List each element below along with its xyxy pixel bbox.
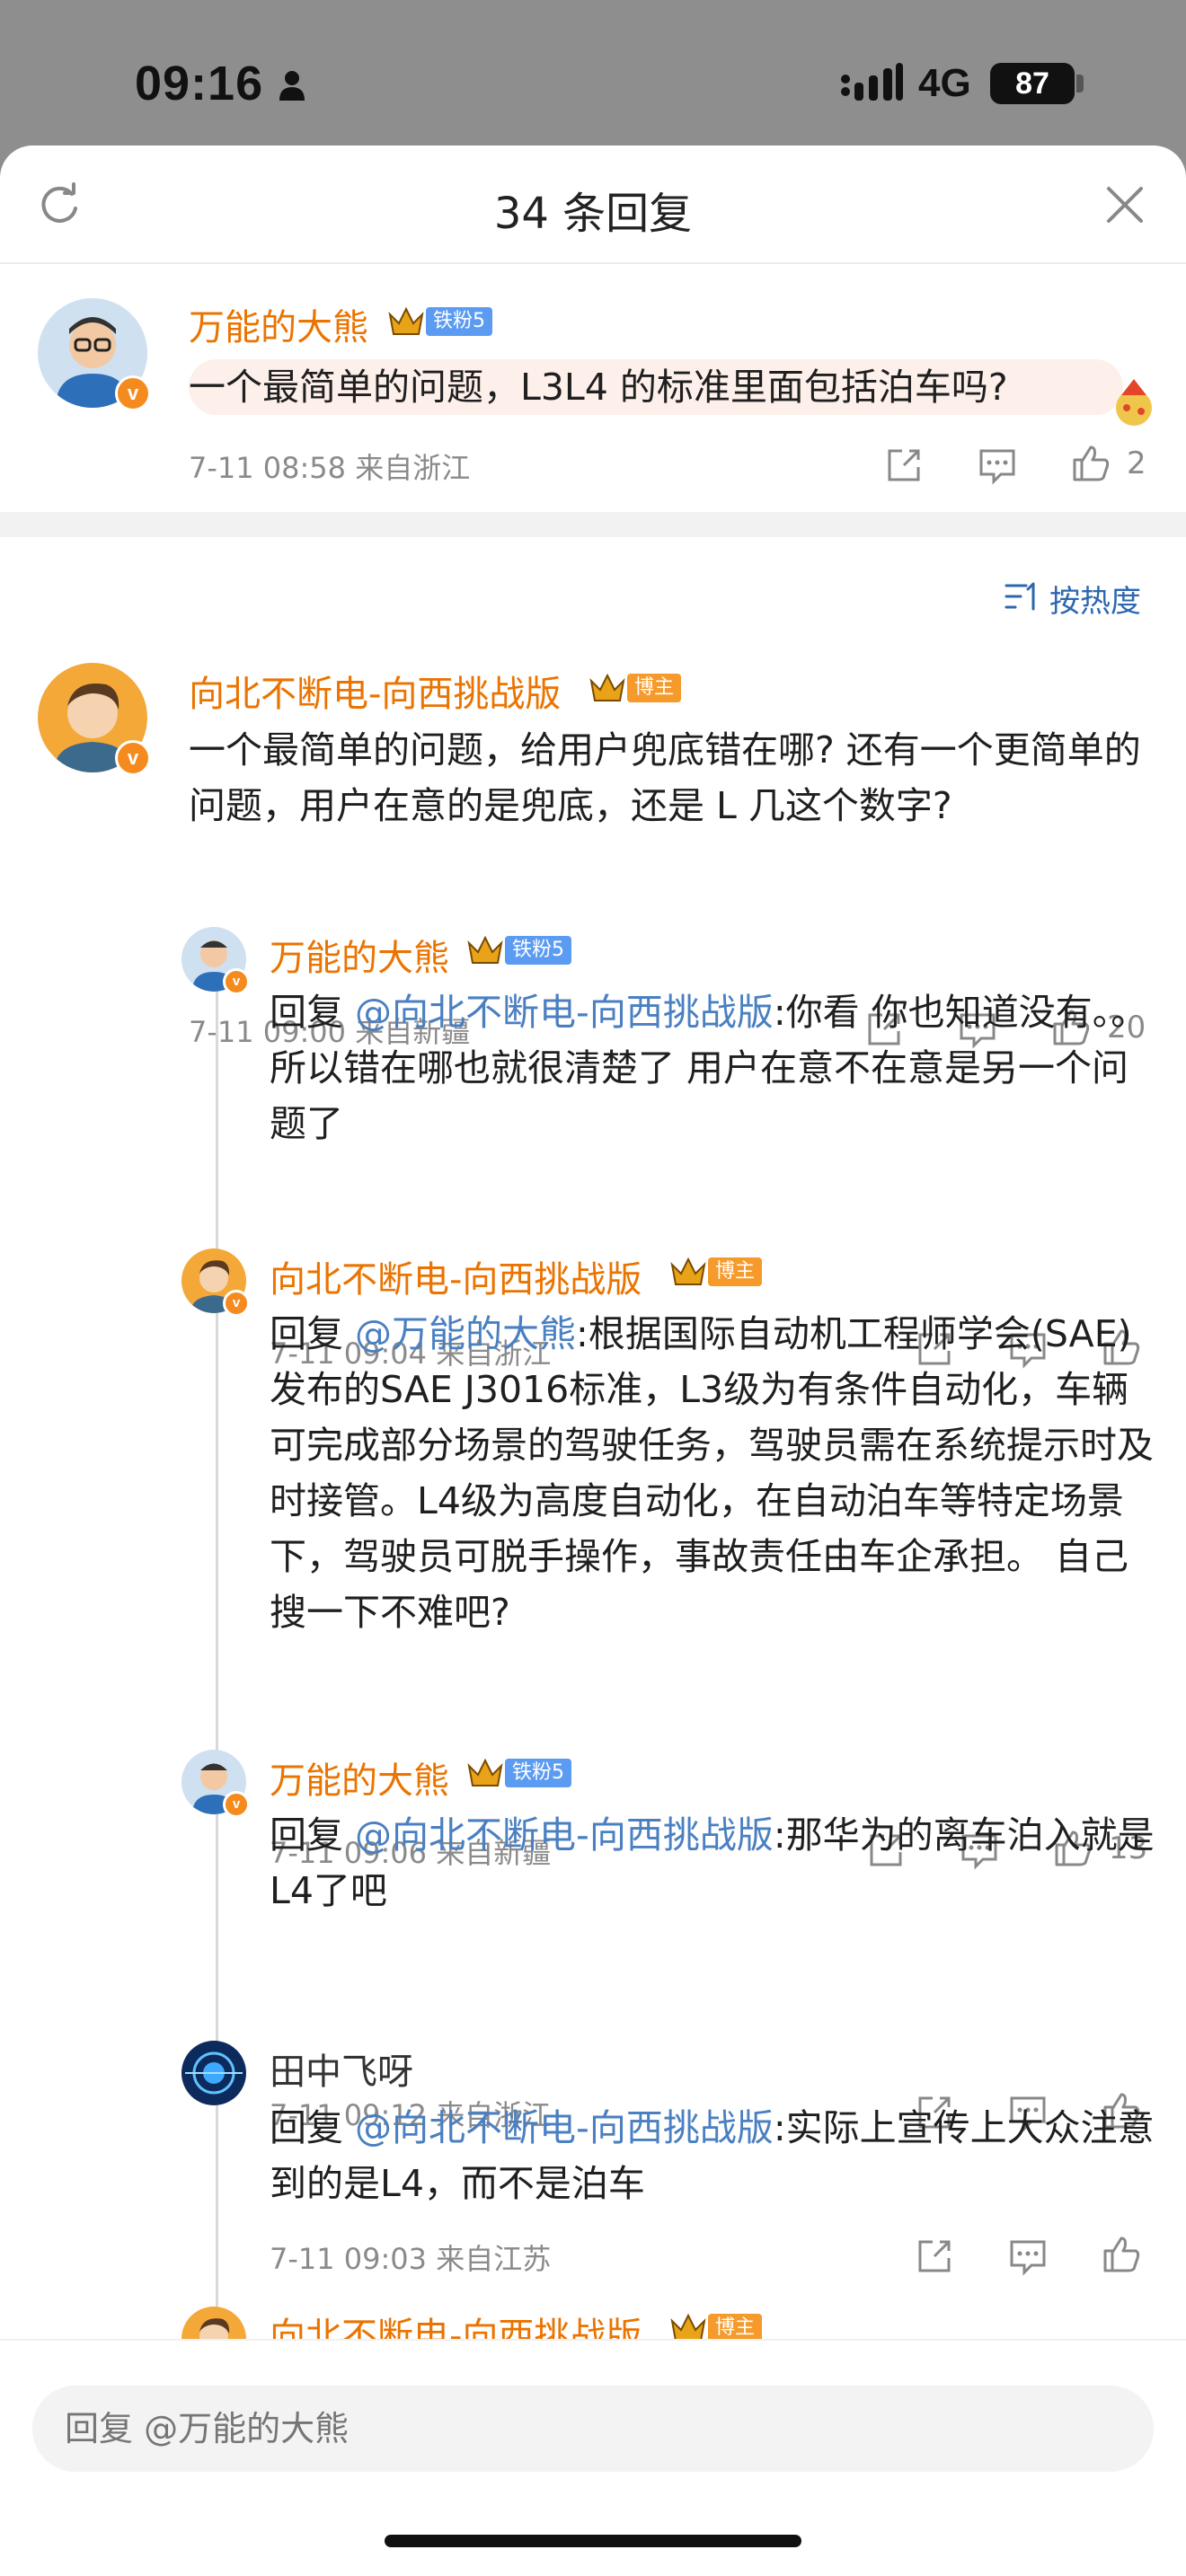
mention-link[interactable]: @万能的大熊	[355, 1312, 576, 1355]
reply-username[interactable]: 向北不断电-向西挑战版	[270, 1250, 642, 1302]
reply-prefix: 回复	[270, 991, 343, 1034]
thread-line	[216, 936, 218, 2481]
like-count: 2	[1127, 446, 1146, 481]
reply-input[interactable]	[32, 2386, 1154, 2472]
reply-text: 回复 @万能的大熊:根据国际自动机工程师学会(SAE) 发布的SAE J3016…	[270, 1306, 1159, 1640]
host-badge: 博主	[627, 674, 682, 702]
crown-icon	[467, 1758, 503, 1786]
crown-icon	[589, 673, 625, 701]
page-title: 34 条回复	[493, 189, 693, 239]
mention-link[interactable]: @向北不断电-向西挑战版	[355, 1813, 774, 1857]
time-text: 7-11 08:58	[189, 451, 347, 485]
reply-username[interactable]: 田中飞呀	[270, 2042, 413, 2095]
reply-username[interactable]: 万能的大熊	[270, 1751, 449, 1804]
person-icon	[279, 71, 305, 101]
verified-badge: v	[223, 1290, 250, 1317]
home-indicator[interactable]	[385, 2535, 801, 2547]
verified-badge: v	[115, 375, 151, 411]
verified-badge: v	[223, 968, 250, 995]
location-text: 来自浙江	[355, 451, 471, 485]
reply-prefix: 回复	[270, 2106, 343, 2149]
avatar[interactable]: v	[38, 663, 151, 776]
battery-tip	[1076, 75, 1084, 93]
crown-icon	[388, 306, 424, 335]
reply-text: 回复 @向北不断电-向西挑战版:你看 你也知道没有。。所以错在哪也就很清楚了 用…	[270, 984, 1159, 1151]
sort-icon[interactable]	[1005, 580, 1040, 613]
sheet-header: 34 条回复	[0, 146, 1186, 264]
fan-level-badge: 铁粉5	[505, 1759, 571, 1787]
comment-text: 一个最简单的问题，L3L4 的标准里面包括泊车吗?	[189, 359, 1123, 415]
avatar[interactable]	[181, 2041, 246, 2105]
fan-level-badge: 铁粉5	[426, 307, 492, 336]
reply-text: 回复 @向北不断电-向西挑战版:实际上宣传上大众注意到的是L4，而不是泊车	[270, 2100, 1159, 2211]
location-text: 来自江苏	[436, 2242, 552, 2276]
reply-prefix: 回复	[270, 1813, 343, 1857]
avatar[interactable]: v	[38, 298, 151, 411]
comment-time: 7-11 08:58 来自浙江	[189, 446, 470, 487]
reply-time: 7-11 09:03 来自江苏	[270, 2236, 551, 2278]
status-time: 09:16	[135, 57, 264, 110]
crown-icon	[670, 1257, 706, 1285]
reply-text: 回复 @向北不断电-向西挑战版:那华为的离车泊入就是L4了吧	[270, 1807, 1159, 1919]
avatar[interactable]: v	[181, 927, 250, 995]
fan-level-badge: 铁粉5	[505, 936, 571, 965]
sort-by-hot[interactable]: 按热度	[1049, 577, 1141, 621]
mention-link[interactable]: @向北不断电-向西挑战版	[355, 2106, 774, 2149]
like-icon[interactable]	[1102, 2235, 1141, 2274]
reply-prefix: 回复	[270, 1312, 343, 1355]
network-type: 4G	[918, 61, 971, 105]
close-icon[interactable]	[1102, 181, 1148, 228]
replies-sheet: 34 条回复 v 万能的大熊 铁粉5 一个最简单的问题，L3L4 的标准里面包括…	[0, 146, 1186, 2576]
status-bar: 09:16 4G 87	[0, 0, 1186, 153]
comment-username[interactable]: 万能的大熊	[189, 298, 368, 350]
like-icon[interactable]	[1071, 444, 1111, 483]
avatar[interactable]: v	[181, 1248, 250, 1317]
time-text: 7-11 09:03	[270, 2242, 428, 2276]
avatar[interactable]: v	[181, 1750, 250, 1818]
battery-indicator: 87	[990, 63, 1075, 104]
share-icon[interactable]	[884, 446, 924, 485]
mention-link[interactable]: @向北不断电-向西挑战版	[355, 991, 774, 1034]
reply-username[interactable]: 万能的大熊	[270, 929, 449, 981]
comment-icon[interactable]	[978, 446, 1017, 485]
comment-icon[interactable]	[1008, 2236, 1048, 2276]
reply-text: 一个最简单的问题，给用户兜底错在哪? 还有一个更简单的问题，用户在意的是兜底，还…	[189, 728, 1141, 827]
gift-icon	[1116, 379, 1152, 426]
verified-badge: v	[223, 1791, 250, 1818]
share-icon[interactable]	[915, 2236, 954, 2276]
signal-icon	[841, 63, 903, 101]
reply-username[interactable]: 向北不断电-向西挑战版	[189, 665, 561, 717]
reply-body: :根据国际自动机工程师学会(SAE) 发布的SAE J3016标准，L3级为有条…	[270, 1312, 1154, 1634]
avatar-image	[181, 2041, 246, 2105]
verified-badge: v	[115, 740, 151, 776]
section-divider	[0, 512, 1186, 537]
host-badge: 博主	[708, 1257, 763, 1286]
crown-icon	[467, 935, 503, 964]
